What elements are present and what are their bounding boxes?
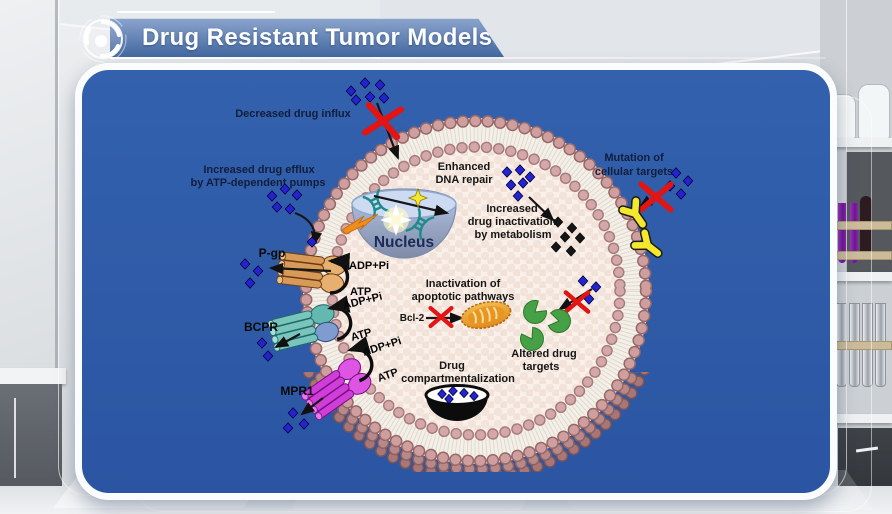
altered-targets-label: Altered drug: [511, 348, 576, 360]
drug-diamond-icon: [267, 191, 277, 201]
influx-label: Decreased drug influx: [235, 108, 351, 120]
efflux-label: Increased drug efflux: [203, 164, 315, 176]
svg-text:DNA repair: DNA repair: [435, 174, 493, 186]
bcl2-label: Bcl-2: [400, 313, 425, 324]
dna-repair-label: Enhanced: [438, 161, 491, 173]
header-accent-line: [117, 11, 275, 13]
pgp-adp-label: ADP+Pi: [349, 260, 389, 272]
drug-diamond-icon: [346, 86, 356, 96]
svg-text:by ATP-dependent pumps: by ATP-dependent pumps: [190, 177, 325, 189]
svg-text:compartmentalization: compartmentalization: [401, 373, 515, 385]
red-cross-icon: [641, 184, 670, 209]
svg-text:by metabolism: by metabolism: [474, 229, 551, 241]
mpr1-label: MPR1: [280, 384, 314, 398]
compartmentalization-label: Drug: [439, 360, 465, 372]
pgp-label: P-gp: [259, 246, 286, 260]
svg-text:drug inactivation: drug inactivation: [468, 216, 557, 228]
metabolism-label: Increased: [486, 203, 537, 215]
efflux-group: Increased drug efflux by ATP-dependent p…: [190, 164, 325, 247]
bcpr-label: BCPR: [244, 320, 278, 334]
page-title: Drug Resistant Tumor Models: [142, 19, 492, 57]
svg-text:targets: targets: [523, 361, 560, 373]
pgp-pump-icon: [276, 249, 347, 294]
title-banner: Drug Resistant Tumor Models: [110, 18, 504, 57]
header-underline: [110, 57, 826, 59]
svg-text:apoptotic pathways: apoptotic pathways: [412, 291, 515, 303]
mutation-label: Mutation of: [604, 152, 664, 164]
influx-group: Decreased drug influx: [235, 78, 401, 158]
cell-swirl-logo-icon: [78, 14, 128, 64]
apoptosis-label: Inactivation of: [426, 278, 501, 290]
screenshot-root: Nucleus Decreased drug influx Increased …: [0, 0, 892, 514]
red-cross-icon: [365, 105, 401, 137]
svg-text:cellular targets: cellular targets: [595, 166, 673, 178]
nucleus-label: Nucleus: [374, 234, 434, 251]
cell-diagram: Nucleus Decreased drug influx Increased …: [0, 0, 892, 514]
